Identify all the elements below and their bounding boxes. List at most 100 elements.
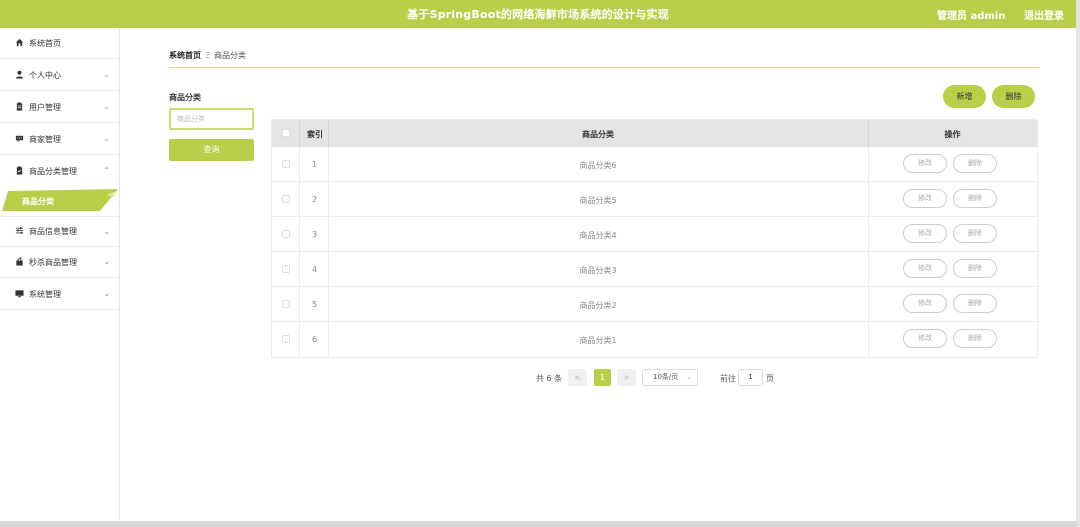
row-category-name: 商品分类3 (579, 266, 617, 275)
edit-button[interactable]: 修改 (903, 329, 947, 348)
column-divider (299, 147, 300, 182)
active-highlight-shape (2, 189, 118, 211)
home-icon (14, 38, 24, 49)
delete-button[interactable]: 删除 (953, 259, 997, 278)
chevron-up-icon: ⌃ (103, 166, 110, 175)
breadcrumb-separator: Ξ (205, 51, 211, 60)
breadcrumb-divider (169, 67, 1039, 68)
breadcrumb-home[interactable]: 系统首页 (169, 51, 201, 60)
row-checkbox[interactable] (282, 335, 290, 343)
row-category-name: 商品分类2 (579, 301, 617, 310)
sidebar-item-users[interactable]: 用户管理 ⌄ (0, 92, 120, 123)
chevron-down-icon: ⌄ (103, 102, 110, 111)
clipboard-icon (14, 101, 24, 113)
sidebar-item-category-manage[interactable]: 商品分类管理 ⌃ (0, 156, 120, 187)
breadcrumb-current: 商品分类 (214, 51, 247, 60)
search-label: 商品分类 (169, 93, 201, 102)
column-divider (299, 322, 300, 357)
row-category-name: 商品分类6 (579, 161, 617, 170)
row-checkbox[interactable] (282, 195, 290, 203)
category-search-input[interactable]: 商品分类 (169, 108, 254, 130)
column-divider (868, 322, 869, 357)
row-index: 6 (312, 335, 318, 344)
batch-delete-button[interactable]: 删除 (992, 85, 1035, 108)
category-table: 索引 商品分类 操作 1 商品分类6 修改 删除 2 商品分类5 修改 删除 3… (271, 119, 1038, 358)
pagination-goto-label: 前往 (720, 374, 736, 383)
row-index: 5 (312, 300, 318, 309)
add-button[interactable]: 新增 (943, 85, 986, 108)
delete-button[interactable]: 删除 (953, 189, 997, 208)
sidebar-item-product-info[interactable]: 商品信息管理 ⌄ (0, 216, 120, 247)
edit-button[interactable]: 修改 (903, 259, 947, 278)
logout-link[interactable]: 退出登录 (1024, 7, 1064, 22)
sidebar-item-label: 用户管理 (29, 102, 61, 112)
breadcrumb: 系统首页 Ξ 商品分类 (169, 50, 246, 61)
app-window: 基于SpringBoot的网络海鲜市场系统的设计与实现 管理员 admin 退出… (0, 0, 1080, 527)
column-divider (868, 217, 869, 252)
column-header-index: 索引 (307, 130, 323, 139)
column-divider (299, 252, 300, 287)
query-button[interactable]: 查询 (169, 139, 254, 161)
edit-button[interactable]: 修改 (903, 154, 947, 173)
current-user: 管理员 admin (937, 11, 1006, 22)
sidebar: 系统首页 个人中心 ⌄ 用户管理 ⌄ 商家管理 ⌄ 商品分类管理 ⌃ 商品分类 … (0, 28, 120, 521)
chevron-down-icon: ⌄ (686, 373, 692, 381)
table-row: 1 商品分类6 修改 删除 (272, 147, 1037, 182)
column-divider (868, 147, 869, 182)
top-header: 基于SpringBoot的网络海鲜市场系统的设计与实现 管理员 admin 退出… (0, 0, 1076, 28)
row-checkbox[interactable] (282, 265, 290, 273)
user-icon (14, 70, 24, 81)
table-row: 6 商品分类1 修改 删除 (272, 322, 1037, 357)
row-checkbox[interactable] (282, 160, 290, 168)
sidebar-subitem-category[interactable]: 商品分类 (0, 189, 118, 212)
column-divider (299, 120, 300, 147)
row-category-name: 商品分类1 (579, 336, 617, 345)
table-row: 4 商品分类3 修改 删除 (272, 252, 1037, 287)
edit-button[interactable]: 修改 (903, 294, 947, 313)
edit-button[interactable]: 修改 (903, 189, 947, 208)
column-divider (299, 182, 300, 217)
delete-button[interactable]: 删除 (953, 224, 997, 243)
sidebar-item-label: 商品信息管理 (29, 227, 77, 236)
table-row: 5 商品分类2 修改 删除 (272, 287, 1037, 322)
row-index: 3 (312, 230, 318, 239)
delete-button[interactable]: 删除 (953, 329, 997, 348)
table-row: 2 商品分类5 修改 删除 (272, 182, 1037, 217)
pagination-total: 共 6 条 (536, 374, 563, 383)
sidebar-item-merchants[interactable]: 商家管理 ⌄ (0, 124, 120, 155)
delete-button[interactable]: 删除 (953, 294, 997, 313)
sidebar-item-label: 个人中心 (29, 70, 61, 80)
pagination-next-button[interactable]: > (617, 369, 636, 386)
sliders-icon (14, 226, 24, 237)
chevron-down-icon: ⌄ (103, 257, 110, 266)
row-category-name: 商品分类5 (579, 196, 617, 205)
column-divider (868, 287, 869, 322)
delete-button[interactable]: 删除 (953, 154, 997, 173)
row-checkbox[interactable] (282, 300, 290, 308)
pagination-page-unit: 页 (766, 374, 774, 383)
edit-button[interactable]: 修改 (903, 224, 947, 243)
page-size-select[interactable]: 10条/页 ⌄ (642, 369, 698, 386)
sidebar-item-flash-sale[interactable]: 秒杀商品管理 ⌄ (0, 247, 120, 278)
sidebar-item-profile[interactable]: 个人中心 ⌄ (0, 60, 120, 91)
page-size-value: 10条/页 (653, 373, 679, 381)
sidebar-subitem-label: 商品分类 (22, 197, 54, 206)
app-title: 基于SpringBoot的网络海鲜市场系统的设计与实现 (407, 8, 669, 21)
row-index: 1 (312, 160, 318, 169)
pagination-prev-button[interactable]: < (568, 369, 587, 386)
message-icon (14, 134, 24, 145)
row-checkbox[interactable] (282, 230, 290, 238)
column-divider (868, 182, 869, 217)
doc-icon (14, 166, 24, 177)
chevron-down-icon: ⌄ (103, 134, 110, 143)
sidebar-item-system[interactable]: 系统管理 ⌄ (0, 279, 120, 310)
table-header: 索引 商品分类 操作 (272, 120, 1037, 147)
select-all-checkbox[interactable] (282, 129, 290, 137)
column-header-operation: 操作 (944, 130, 961, 139)
pagination-page-1[interactable]: 1 (594, 369, 611, 386)
column-divider (299, 217, 300, 252)
chevron-down-icon: ⌄ (103, 227, 110, 236)
sidebar-item-home[interactable]: 系统首页 (0, 28, 120, 59)
pagination-goto-input[interactable]: 1 (738, 369, 763, 386)
table-row: 3 商品分类4 修改 删除 (272, 217, 1037, 252)
